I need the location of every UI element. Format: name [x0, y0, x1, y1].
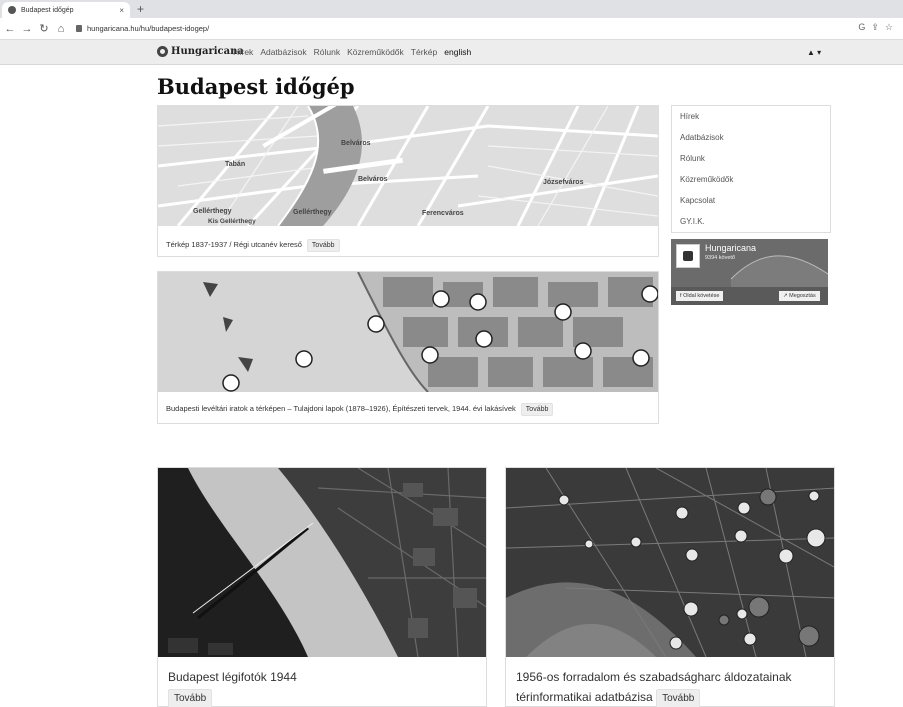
- back-arrow-icon[interactable]: ←: [3, 23, 17, 35]
- aerial-photo-image[interactable]: [158, 468, 486, 657]
- fb-page-name[interactable]: Hungaricana: [705, 243, 756, 253]
- url-text: hungaricana.hu/hu/budapest-idogep/: [87, 24, 210, 33]
- revolution-1956-caption-text: 1956-os forradalom és szabadságharc áldo…: [516, 670, 792, 704]
- map-label: Gellérthegy: [293, 209, 332, 216]
- brand-logo[interactable]: Hungaricana: [157, 46, 244, 57]
- browser-tab-bar: Budapest időgép × +: [0, 0, 903, 18]
- nav-item-rolunk[interactable]: Rólunk: [314, 47, 340, 57]
- nav-item-hirek[interactable]: Hírek: [233, 47, 253, 57]
- revolution-1956-caption: 1956-os forradalom és szabadságharc áldo…: [516, 667, 831, 707]
- map-card-caption: Térkép 1837-1937 / Régi utcanév kereső To…: [166, 239, 340, 252]
- nav-item-kozremukodok[interactable]: Közreműködők: [347, 47, 404, 57]
- nav-item-english[interactable]: english: [444, 47, 471, 57]
- favicon-icon: [8, 6, 16, 14]
- archive-card-caption-text: Budapesti levéltári iratok a térképen – …: [166, 404, 516, 413]
- nav-item-terkep[interactable]: Térkép: [411, 47, 437, 57]
- tab-title: Budapest időgép: [21, 6, 74, 14]
- map-label: Józsefváros: [543, 179, 584, 186]
- map-card-caption-text: Térkép 1837-1937 / Régi utcanév kereső: [166, 240, 302, 249]
- revolution-1956-card: 1956-os forradalom és szabadságharc áldo…: [505, 467, 835, 707]
- sidebar-item-gyik[interactable]: GY.I.K.: [672, 211, 830, 232]
- sidebar-item-adatbazisok[interactable]: Adatbázisok: [672, 127, 830, 148]
- revolution-1956-more-button[interactable]: Tovább: [656, 689, 701, 707]
- map-label: Belváros: [358, 176, 388, 183]
- nav-item-adatbazisok[interactable]: Adatbázisok: [260, 47, 306, 57]
- user-menu-dropdown[interactable]: ▲ ▾: [807, 48, 821, 57]
- aerial-photos-caption-text: Budapest légifotók 1944: [168, 670, 297, 684]
- home-icon[interactable]: ⌂: [54, 23, 68, 35]
- hungaricana-logo-icon: [157, 46, 168, 57]
- archive-card-caption: Budapesti levéltári iratok a térképen – …: [166, 403, 554, 416]
- lock-icon: [76, 25, 82, 32]
- address-bar: ← → ↻ ⌂ hungaricana.hu/hu/budapest-idoge…: [0, 18, 903, 40]
- facebook-page-widget[interactable]: Hungaricana 9394 követő f Oldal követése…: [671, 239, 828, 305]
- sidebar-menu: Hírek Adatbázisok Rólunk Közreműködők Ka…: [671, 105, 831, 233]
- hungaricana-fb-logo-icon: [676, 244, 700, 268]
- archive-card-more-button[interactable]: Tovább: [520, 403, 554, 416]
- tab-close-icon[interactable]: ×: [119, 6, 124, 15]
- url-field[interactable]: hungaricana.hu/hu/budapest-idogep/: [76, 24, 209, 33]
- map-label: Tabán: [225, 161, 246, 168]
- map-label: Belváros: [341, 140, 371, 147]
- new-tab-button[interactable]: +: [137, 2, 144, 16]
- revolution-satellite-map-image[interactable]: [506, 468, 834, 657]
- sidebar-item-kapcsolat[interactable]: Kapcsolat: [672, 190, 830, 211]
- sidebar-item-rolunk[interactable]: Rólunk: [672, 148, 830, 169]
- reload-icon[interactable]: ↻: [37, 22, 51, 35]
- sidebar-item-kozremukodok[interactable]: Közreműködők: [672, 169, 830, 190]
- map-label: Kis Gellérthegy: [208, 218, 256, 225]
- aerial-photos-caption: Budapest légifotók 1944 Tovább: [168, 667, 483, 707]
- sidebar-item-hirek[interactable]: Hírek: [672, 106, 830, 127]
- fb-follower-count: 9394 követő: [705, 255, 735, 261]
- fb-follow-label: Oldal követése: [683, 293, 720, 299]
- browser-tab[interactable]: Budapest időgép ×: [2, 2, 130, 18]
- map-card: Belváros Tabán Belváros Józsefváros Gell…: [157, 105, 659, 257]
- fb-share-label: Megosztás: [789, 293, 816, 299]
- browser-actions-icons[interactable]: G⇪☆: [858, 22, 899, 33]
- archive-map-image[interactable]: [158, 272, 658, 392]
- historic-map-image[interactable]: Belváros Tabán Belváros Józsefváros Gell…: [158, 106, 658, 226]
- archive-card: Budapesti levéltári iratok a térképen – …: [157, 271, 659, 424]
- aerial-photos-card: Budapest légifotók 1944 Tovább: [157, 467, 487, 707]
- page-title: Budapest időgép: [157, 74, 355, 99]
- aerial-photos-more-button[interactable]: Tovább: [168, 689, 213, 707]
- fb-share-button[interactable]: ↗ Megosztás: [779, 291, 820, 301]
- map-label: Ferencváros: [422, 210, 464, 217]
- forward-arrow-icon[interactable]: →: [20, 23, 34, 35]
- map-label: Gellérthegy: [193, 208, 232, 215]
- main-nav: Hírek Adatbázisok Rólunk Közreműködők Té…: [233, 47, 478, 57]
- fb-follow-button[interactable]: f Oldal követése: [676, 291, 724, 301]
- site-navbar: Hungaricana Hírek Adatbázisok Rólunk Köz…: [0, 40, 903, 65]
- map-card-more-button[interactable]: Tovább: [306, 239, 340, 252]
